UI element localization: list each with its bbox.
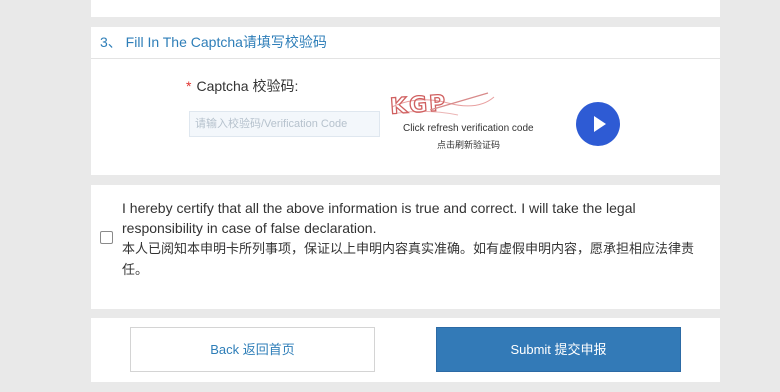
captcha-label-text: Captcha 校验码: xyxy=(196,78,299,94)
actions-section: Back 返回首页 Submit 提交申报 xyxy=(91,318,720,382)
captcha-input[interactable] xyxy=(189,111,380,137)
captcha-glyphs: KGP xyxy=(389,91,448,119)
submit-button[interactable]: Submit 提交申报 xyxy=(436,327,681,372)
previous-section-panel xyxy=(91,0,720,17)
declaration-en: I hereby certify that all the above info… xyxy=(122,200,636,236)
refresh-hint-zh[interactable]: 点击刷新验证码 xyxy=(437,138,500,151)
back-button[interactable]: Back 返回首页 xyxy=(130,327,375,372)
certify-checkbox[interactable] xyxy=(100,231,113,244)
captcha-section: 3、 Fill In The Captcha请填写校验码 * Captcha 校验… xyxy=(91,27,720,175)
captcha-label: * Captcha 校验码: xyxy=(186,76,298,96)
captcha-image[interactable]: KGP xyxy=(388,89,498,119)
refresh-hint-en[interactable]: Click refresh verification code xyxy=(403,123,534,134)
section-title: 3、 Fill In The Captcha请填写校验码 xyxy=(100,34,327,50)
declaration-text: I hereby certify that all the above info… xyxy=(122,198,717,280)
play-icon xyxy=(594,116,606,132)
section-header: 3、 Fill In The Captcha请填写校验码 xyxy=(91,27,720,59)
declaration-zh: 本人已阅知本申明卡所列事项，保证以上申明内容真实准确。如有虚假申明内容，愿承担相… xyxy=(122,241,695,277)
declaration-section: I hereby certify that all the above info… xyxy=(91,185,720,309)
required-asterisk: * xyxy=(186,78,192,94)
audio-captcha-button[interactable] xyxy=(576,102,620,146)
